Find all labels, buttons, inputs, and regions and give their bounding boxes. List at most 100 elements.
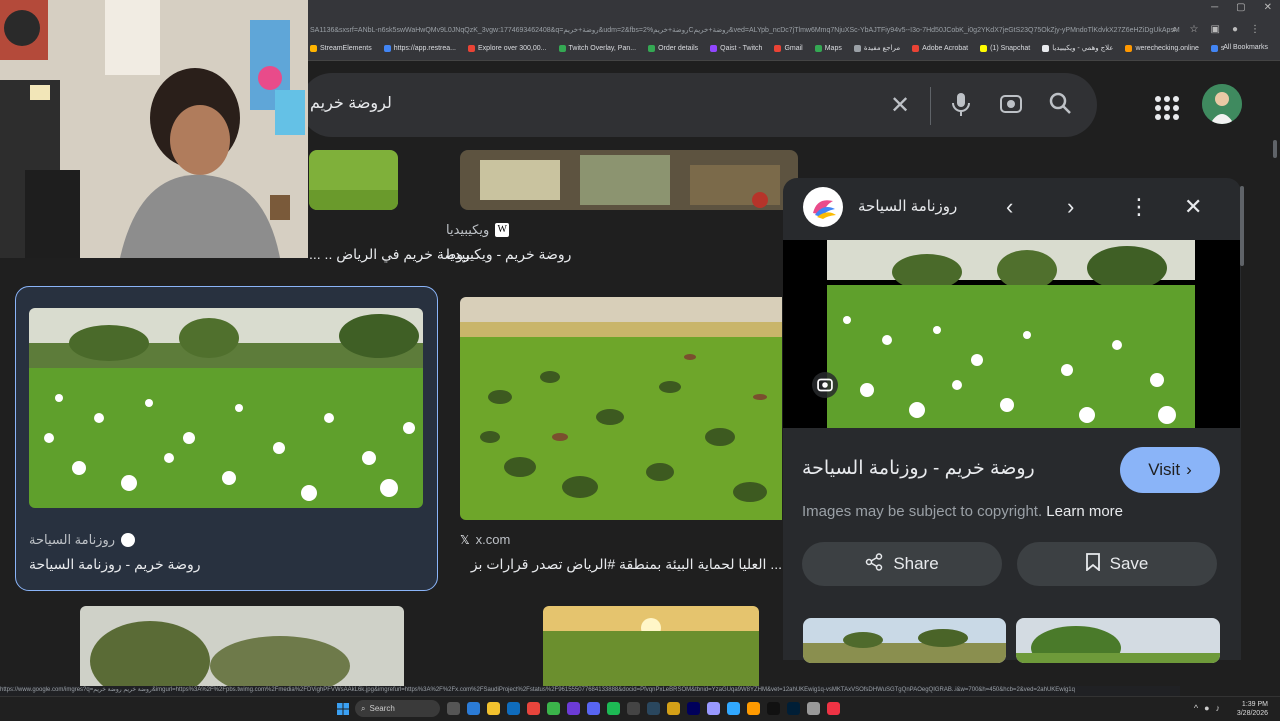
preview-image-frame[interactable] xyxy=(783,240,1240,428)
maximize-icon[interactable]: ▢ xyxy=(1236,2,1245,13)
taskbar-clock[interactable]: 1:39 PM 3/28/2026 xyxy=(1237,700,1268,718)
illustrator-icon[interactable] xyxy=(747,702,760,715)
lens-icon[interactable] xyxy=(998,91,1024,124)
app-icon[interactable] xyxy=(827,702,840,715)
bookmark-favicon-icon xyxy=(912,44,920,52)
app-icon[interactable] xyxy=(467,702,480,715)
bookmark-item[interactable]: Gmail xyxy=(774,44,803,52)
premiere-icon[interactable] xyxy=(707,702,720,715)
result-caption-mid[interactable]: ... العليا لحماية البيئة بمنطقة #الرياض … xyxy=(460,556,782,573)
google-apps-icon[interactable] xyxy=(1155,96,1179,120)
microphone-tray-icon[interactable]: ● xyxy=(1204,703,1209,713)
extensions-icon[interactable]: ▣ xyxy=(1211,24,1220,35)
bookmark-item[interactable]: werechecking.online xyxy=(1125,44,1199,52)
bookmark-item[interactable]: Qaist - Twitch xyxy=(710,44,762,52)
visit-button[interactable]: Visit › xyxy=(1120,447,1220,493)
search-icon[interactable] xyxy=(1048,91,1072,122)
selected-result-image[interactable] xyxy=(29,308,423,508)
selected-result-source[interactable]: روزنامة السياحة xyxy=(29,532,136,548)
page-scrollbar[interactable] xyxy=(1273,140,1277,158)
account-avatar[interactable] xyxy=(1202,84,1242,124)
app-icon[interactable] xyxy=(667,702,680,715)
minimize-icon[interactable]: ─ xyxy=(1211,2,1218,13)
all-bookmarks-button[interactable]: All Bookmarks xyxy=(1223,44,1268,51)
tiktok-icon[interactable] xyxy=(767,702,780,715)
chrome-profile-icon[interactable] xyxy=(547,702,560,715)
close-window-icon[interactable]: ✕ xyxy=(1264,2,1272,13)
result-source-mid[interactable]: 𝕏 x.com xyxy=(460,532,510,547)
panel-scrollbar[interactable] xyxy=(1240,186,1244,266)
bookmark-favicon-icon xyxy=(814,44,822,52)
bookmark-item[interactable]: https://app.restrea... xyxy=(383,44,457,52)
copyright-text: Images may be subject to copyright. xyxy=(802,503,1043,520)
spotify-icon[interactable] xyxy=(607,702,620,715)
webcam-overlay xyxy=(0,0,308,258)
clear-icon[interactable]: ✕ xyxy=(890,91,910,120)
search-input[interactable]: لروضة خريم xyxy=(310,93,392,113)
more-options-icon[interactable]: ⋮ xyxy=(1128,194,1150,220)
related-image-1[interactable] xyxy=(803,618,1006,663)
result-caption-top-mid[interactable]: روضة خريم - ويكيبيديا xyxy=(446,246,571,263)
app-icon[interactable] xyxy=(807,702,820,715)
taskbar-search[interactable]: ⌕ Search xyxy=(355,700,440,717)
result-image-bottom-left[interactable] xyxy=(80,606,404,686)
clock-date: 3/28/2026 xyxy=(1236,710,1268,717)
next-icon[interactable]: › xyxy=(1067,194,1074,220)
bookmark-item[interactable]: مراجع مفيدة xyxy=(853,44,900,52)
wikipedia-icon: W xyxy=(495,223,510,237)
file-explorer-icon[interactable] xyxy=(487,702,500,715)
profile-icon[interactable]: ● xyxy=(1232,24,1238,35)
bookmark-star-icon[interactable]: ☆ xyxy=(1190,24,1199,35)
lens-search-icon[interactable] xyxy=(812,372,838,398)
windows-start-icon[interactable] xyxy=(337,702,349,720)
menu-icon[interactable]: ⋮ xyxy=(1250,24,1260,35)
panel-image-title[interactable]: روضة خريم - روزنامة السياحة xyxy=(802,457,1035,480)
share-button[interactable]: Share xyxy=(802,542,1002,586)
copyright-notice: Images may be subject to copyright. Lear… xyxy=(802,503,1123,520)
close-panel-icon[interactable]: ✕ xyxy=(1184,194,1202,220)
bookmark-item[interactable]: Adobe Acrobat xyxy=(912,44,968,52)
search-box[interactable]: لروضة خريم ✕ xyxy=(300,73,1097,137)
tray-chevron-icon[interactable]: ^ xyxy=(1194,703,1198,713)
app-icon[interactable] xyxy=(567,702,580,715)
bookmark-item[interactable]: Order details xyxy=(648,44,698,52)
outlook-icon[interactable] xyxy=(507,702,520,715)
discord-icon[interactable] xyxy=(587,702,600,715)
related-image-2[interactable] xyxy=(1016,618,1220,663)
x-logo-icon: 𝕏 xyxy=(460,532,470,547)
bookmark-label: Gmail xyxy=(784,44,803,52)
volume-icon[interactable]: ♪ xyxy=(1216,703,1221,713)
panel-site-name[interactable]: روزنامة السياحة xyxy=(858,197,957,215)
chrome-icon[interactable] xyxy=(527,702,540,715)
zoom-icon[interactable]: ⌕ xyxy=(1172,24,1178,35)
microphone-icon[interactable] xyxy=(950,91,972,124)
task-view-icon[interactable] xyxy=(447,702,460,715)
app-icon[interactable] xyxy=(627,702,640,715)
selected-result-caption[interactable]: روضة خريم - روزنامة السياحة xyxy=(29,556,200,573)
bookmark-item[interactable]: (1) Snapchat xyxy=(980,44,1030,52)
bookmark-label: https://app.restrea... xyxy=(393,44,457,52)
result-source-top-mid[interactable]: W ويكيبيديا xyxy=(446,222,510,238)
result-image-mid[interactable] xyxy=(460,297,782,520)
audition-icon[interactable] xyxy=(687,702,700,715)
bookmark-item[interactable]: Maps xyxy=(814,44,842,52)
search-icon-taskbar: ⌕ xyxy=(361,703,366,713)
learn-more-link[interactable]: Learn more xyxy=(1046,503,1123,520)
bookmark-label: werechecking.online xyxy=(1135,44,1199,52)
bookmark-label: Maps xyxy=(824,44,842,52)
address-bar-url[interactable]: SA1136&sxsrf=ANbL-n6sk5swWaHwQMv9L0JNqQz… xyxy=(310,26,1180,34)
bookmark-item[interactable]: علاج وهمي - ويكيبيديا xyxy=(1042,44,1113,52)
selected-source-label: روزنامة السياحة xyxy=(29,532,116,547)
save-button[interactable]: Save xyxy=(1017,542,1217,586)
bookmark-item[interactable]: StreamElements xyxy=(310,44,372,52)
result-image-top-left[interactable] xyxy=(309,150,398,210)
photoshop-icon[interactable] xyxy=(727,702,740,715)
bookmark-item[interactable]: Explore over 300,00... xyxy=(468,44,547,52)
bookmark-item[interactable]: Twitch Overlay, Pan... xyxy=(558,44,636,52)
result-image-top-mid[interactable] xyxy=(460,150,798,210)
result-image-bottom-mid[interactable] xyxy=(543,606,759,686)
bookmark-favicon-icon xyxy=(853,44,861,52)
previous-icon[interactable]: ‹ xyxy=(1006,194,1013,220)
steam-icon[interactable] xyxy=(647,702,660,715)
photoshop-alt-icon[interactable] xyxy=(787,702,800,715)
